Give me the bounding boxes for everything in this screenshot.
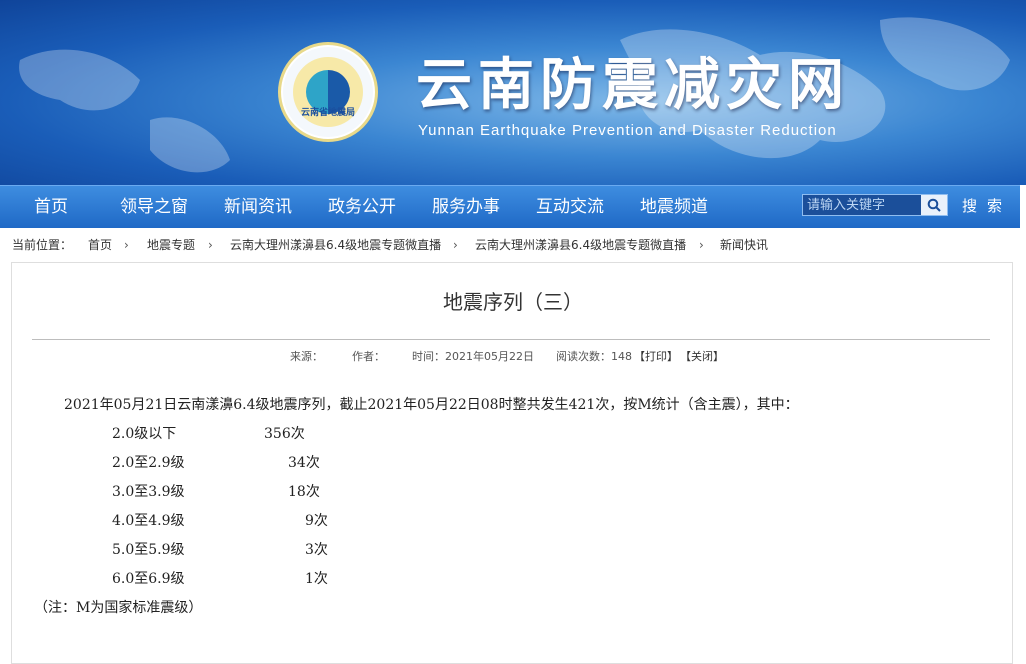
search-icon (927, 198, 941, 212)
row-range: 4.0至4.9级 (112, 513, 185, 529)
row-range: 2.0至2.9级 (112, 455, 185, 471)
row-count: 9次 (305, 513, 328, 529)
title-divider (32, 339, 990, 340)
breadcrumb: 当前位置： 首页 › 地震专题 › 云南大理州漾濞县6.4级地震专题微直播 › … (0, 232, 1026, 258)
row-count: 34次 (288, 455, 320, 471)
chevron-right-icon: › (208, 238, 213, 252)
row-range: 5.0至5.9级 (112, 542, 185, 558)
meta-source: 来源： (290, 350, 323, 363)
site-banner: 云南省地震局 云南防震减灾网 Yunnan Earthquake Prevent… (0, 0, 1026, 185)
row-range: 6.0至6.9级 (112, 571, 185, 587)
nav-item-government[interactable]: 政务公开 (328, 186, 396, 228)
print-link[interactable]: 【打印】 (634, 348, 678, 364)
row-count: 1次 (305, 571, 328, 587)
breadcrumb-live-1[interactable]: 云南大理州漾濞县6.4级地震专题微直播 (230, 232, 441, 258)
breadcrumb-live-2[interactable]: 云南大理州漾濞县6.4级地震专题微直播 (475, 232, 686, 258)
search-label[interactable]: 搜索 (962, 185, 1012, 227)
logo-text: 云南省地震局 (300, 108, 355, 118)
row-count: 356次 (264, 426, 305, 442)
search-button[interactable] (921, 195, 947, 215)
search-box (802, 194, 948, 216)
article-note: （注：M为国家标准震级） (34, 600, 203, 616)
close-link[interactable]: 【关闭】 (680, 348, 724, 364)
article-intro: 2021年05月21日云南漾濞6.4级地震序列，截止2021年05月22日08时… (64, 397, 799, 413)
breadcrumb-home[interactable]: 首页 (88, 232, 112, 258)
chevron-right-icon: › (453, 238, 458, 252)
search-input[interactable] (803, 195, 929, 215)
chevron-right-icon: › (124, 238, 129, 252)
meta-reads: 阅读次数：148 (556, 350, 632, 363)
site-logo[interactable]: 云南省地震局 (278, 42, 378, 142)
meta-author: 作者： (352, 350, 385, 363)
breadcrumb-topic[interactable]: 地震专题 (147, 232, 195, 258)
nav-item-interaction[interactable]: 互动交流 (536, 186, 604, 228)
nav-item-home[interactable]: 首页 (34, 186, 68, 228)
breadcrumb-news[interactable]: 新闻快讯 (720, 232, 768, 258)
nav-item-services[interactable]: 服务办事 (432, 186, 500, 228)
article-title: 地震序列（三） (443, 290, 583, 314)
site-subtitle: Yunnan Earthquake Prevention and Disaste… (418, 122, 837, 139)
row-range: 3.0至3.9级 (112, 484, 185, 500)
site-title: 云南防震减灾网 (416, 53, 850, 118)
row-count: 3次 (305, 542, 328, 558)
nav-item-earthquake[interactable]: 地震频道 (640, 186, 708, 228)
breadcrumb-prefix: 当前位置： (12, 238, 73, 252)
chevron-right-icon: › (699, 238, 704, 252)
nav-item-news[interactable]: 新闻资讯 (224, 186, 292, 228)
meta-time: 时间：2021年05月22日 (412, 350, 534, 363)
nav-item-leaders[interactable]: 领导之窗 (120, 186, 188, 228)
row-range: 2.0级以下 (112, 426, 177, 442)
row-count: 18次 (288, 484, 320, 500)
